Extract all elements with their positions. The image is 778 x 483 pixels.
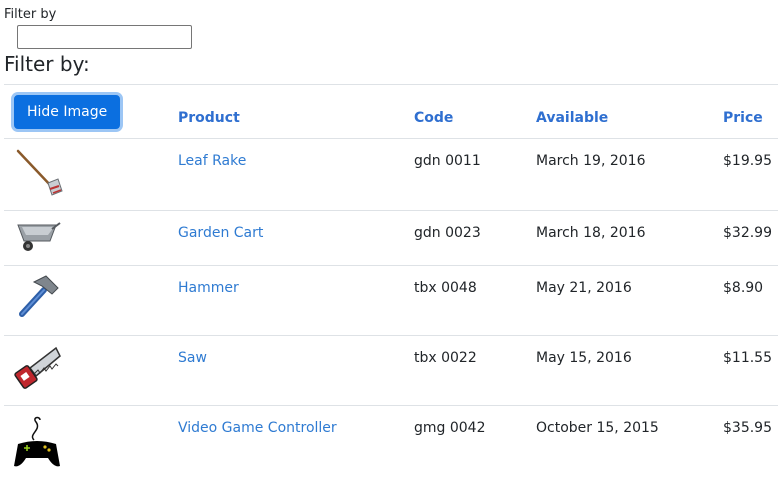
table-row: Garden Cart gdn 0023 March 18, 2016 $32.…: [4, 210, 778, 266]
product-name-cell: Saw: [178, 335, 414, 406]
product-available-cell: May 21, 2016: [536, 265, 723, 336]
table-header: Hide Image Product Code Available Price: [4, 84, 778, 139]
hammer-icon: [19, 275, 59, 317]
product-link[interactable]: Hammer: [178, 280, 239, 296]
saw-icon: [14, 346, 61, 389]
product-code-cell: gdn 0011: [414, 138, 536, 211]
code-column-header[interactable]: Code: [414, 84, 536, 139]
product-price-cell: $11.55: [723, 335, 778, 406]
product-link[interactable]: Leaf Rake: [178, 153, 246, 169]
product-image-cell: [4, 405, 178, 483]
product-available-cell: March 18, 2016: [536, 210, 723, 266]
product-name-cell: Hammer: [178, 265, 414, 336]
rake-icon: [16, 149, 63, 196]
product-link[interactable]: Saw: [178, 350, 207, 366]
product-price-cell: $8.90: [723, 265, 778, 336]
product-name-cell: Leaf Rake: [178, 138, 414, 211]
product-code-cell: gmg 0042: [414, 405, 536, 483]
filter-label: Filter by: [4, 7, 57, 22]
product-name-cell: Garden Cart: [178, 210, 414, 266]
product-available-cell: May 15, 2016: [536, 335, 723, 406]
table-row: Leaf Rake gdn 0011 March 19, 2016 $19.95: [4, 138, 778, 211]
product-available-cell: March 19, 2016: [536, 138, 723, 211]
product-available-cell: October 15, 2015: [536, 405, 723, 483]
product-code-cell: gdn 0023: [414, 210, 536, 266]
product-column-header[interactable]: Product: [178, 84, 414, 139]
product-code-cell: tbx 0022: [414, 335, 536, 406]
product-image-cell: [4, 138, 178, 211]
available-column-header[interactable]: Available: [536, 84, 723, 139]
product-price-cell: $32.99: [723, 210, 778, 266]
table-row: Video Game Controller gmg 0042 October 1…: [4, 405, 778, 483]
filter-input[interactable]: [17, 25, 192, 49]
garden-cart-icon: [17, 222, 61, 251]
filter-heading: Filter by:: [4, 52, 90, 76]
products-table: Hide Image Product Code Available Price …: [4, 84, 778, 483]
product-image-cell: [4, 335, 178, 406]
product-link[interactable]: Video Game Controller: [178, 420, 337, 436]
table-row: Saw tbx 0022 May 15, 2016 $11.55: [4, 335, 778, 406]
game-controller-icon: [14, 416, 60, 467]
product-image-cell: [4, 210, 178, 266]
product-image-cell: [4, 265, 178, 336]
product-price-cell: $35.95: [723, 405, 778, 483]
product-code-cell: tbx 0048: [414, 265, 536, 336]
product-link[interactable]: Garden Cart: [178, 225, 263, 241]
image-column-header: Hide Image: [4, 84, 178, 139]
price-column-header[interactable]: Price: [723, 84, 778, 139]
hide-image-button[interactable]: Hide Image: [14, 95, 121, 129]
table-row: Hammer tbx 0048 May 21, 2016 $8.90: [4, 265, 778, 336]
product-name-cell: Video Game Controller: [178, 405, 414, 483]
product-price-cell: $19.95: [723, 138, 778, 211]
